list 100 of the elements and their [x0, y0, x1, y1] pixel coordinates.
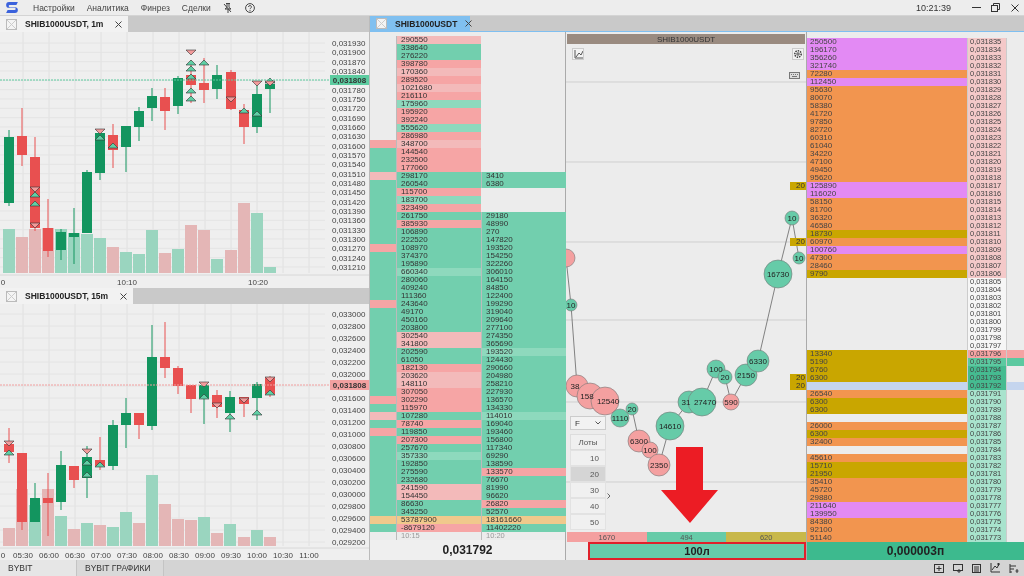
close-tab-button[interactable] — [115, 20, 123, 28]
menu-item[interactable]: Аналитика — [86, 2, 129, 13]
help-icon[interactable] — [244, 2, 255, 13]
volume-cell: 49450 — [807, 166, 967, 174]
volume-cell: 46580 — [807, 222, 967, 230]
window-add-icon[interactable] — [953, 563, 963, 573]
table-cell: 3410 — [481, 172, 566, 180]
trade-marker — [29, 200, 41, 207]
bubble-label: 27470 — [693, 398, 717, 407]
axis-label: 0,030000 — [332, 490, 366, 499]
time-label: 07:30 — [117, 551, 137, 560]
menu-item[interactable]: Настройки — [33, 2, 75, 13]
volume-bar — [3, 229, 15, 273]
volume-cell: 21950 — [807, 470, 967, 478]
lot-option[interactable]: 50 — [570, 514, 606, 530]
chart-icon — [573, 49, 583, 59]
close-icon — [465, 20, 473, 27]
time-label: 06:30 — [65, 551, 85, 560]
menu-item[interactable]: Финрез — [140, 2, 170, 13]
axis-label: 0,031630 — [332, 132, 366, 142]
volume-bar — [81, 234, 93, 273]
chart-tab[interactable]: SHIB1000USDT, 1m — [0, 16, 129, 32]
bubble-label: 158 — [580, 392, 594, 401]
volume-cell: 95630 — [807, 86, 967, 94]
bubble-label: 1110 — [611, 414, 629, 423]
axis-label: 0,031400 — [332, 406, 366, 415]
trade-marker — [3, 440, 15, 447]
candle — [69, 465, 79, 489]
bottom-tab[interactable]: BYBIT ГРАФИКИ — [77, 560, 164, 576]
sort-icon[interactable] — [1009, 563, 1019, 573]
volume-cell: 58380 — [807, 102, 967, 110]
time-label: 10:10 — [117, 278, 137, 287]
chart-add-icon[interactable] — [990, 563, 1000, 573]
volume-cell: 211640 — [807, 502, 967, 510]
list-icon[interactable] — [972, 563, 981, 573]
axis-label: 0,031900 — [332, 48, 366, 58]
restore-button[interactable] — [990, 2, 1001, 13]
time-label: 10:20 — [248, 278, 268, 287]
bubble-label: 100 — [709, 365, 723, 374]
lot-option[interactable]: 30 — [570, 482, 606, 498]
volume-bar — [185, 520, 197, 546]
candle — [121, 125, 131, 173]
axis-label: 0,031200 — [332, 418, 366, 427]
close-tab-button[interactable] — [465, 20, 473, 27]
minimize-icon — [972, 7, 981, 8]
filter-dropdown[interactable]: F — [570, 416, 606, 430]
volume-cell: 26540 — [807, 390, 967, 398]
keyboard-icon[interactable] — [789, 72, 800, 79]
step-value[interactable]: 0,000003п — [807, 542, 1024, 560]
axis-label: 0,031000 — [332, 430, 366, 439]
chevron-icon[interactable] — [607, 493, 611, 499]
volume-cell: 6300 — [807, 398, 967, 406]
axis-label: 0,031450 — [332, 188, 366, 198]
volume-cell: 139950 — [807, 510, 967, 518]
panel-header: SHIB1000USDT — [567, 34, 805, 44]
bubble-label: 100 — [643, 446, 657, 455]
chevron-icon — [595, 421, 601, 425]
close-tab-button[interactable] — [120, 292, 128, 300]
candle — [186, 384, 196, 414]
volume-cell: 45610 — [807, 454, 967, 462]
trade-marker — [198, 393, 210, 400]
bubble-label: 16730 — [766, 270, 790, 279]
chart-tab[interactable]: SHIB1000USDT, 15m — [0, 288, 134, 304]
volume-cell: 29880 — [807, 494, 967, 502]
pin-icon[interactable] — [222, 2, 232, 13]
lot-option[interactable]: 40 — [570, 498, 606, 514]
time-label: 10:00 — [247, 551, 267, 560]
workspace-tab[interactable]: SHIB1000USDT — [370, 16, 470, 31]
volume-cell: 116020 — [807, 190, 967, 198]
time-label: 0 — [0, 278, 6, 287]
trade-marker — [225, 96, 237, 103]
volume-cell: 9790 — [807, 270, 967, 278]
candle — [212, 64, 222, 100]
volume-cell: 60970 — [807, 238, 967, 246]
bottom-tab[interactable]: BYBIT — [0, 560, 77, 576]
candle — [108, 419, 118, 471]
axis-label: 0,032800 — [332, 322, 366, 331]
close-button[interactable] — [1009, 2, 1020, 13]
window-add-icon[interactable] — [934, 563, 944, 573]
axis-label: 0,030400 — [332, 466, 366, 475]
restore-icon — [991, 3, 1000, 12]
volume-cell: 81700 — [807, 206, 967, 214]
settings-button[interactable] — [792, 48, 804, 60]
volume-bar — [81, 523, 93, 546]
logo-icon — [4, 2, 20, 13]
axis-label: 0,031210 — [332, 263, 366, 272]
menu-item[interactable]: Сделки — [181, 2, 211, 13]
lot-option[interactable]: 20 — [570, 466, 606, 482]
volume-cell: 58150 — [807, 198, 967, 206]
axis-label: 0,031300 — [332, 235, 366, 244]
chart-add-button[interactable] — [572, 48, 584, 60]
lot-option[interactable]: 10 — [570, 450, 606, 466]
volume-button[interactable]: 100л — [588, 542, 806, 560]
time-label: 09:00 — [195, 551, 215, 560]
volume-cell: 6300 — [807, 430, 967, 438]
trade-marker — [211, 402, 223, 409]
volume-cell: 26000 — [807, 422, 967, 430]
axis-label: 0,031720 — [332, 104, 366, 114]
bubble-label: 12540 — [596, 397, 620, 406]
axis-label: 0,031840 — [332, 67, 366, 76]
